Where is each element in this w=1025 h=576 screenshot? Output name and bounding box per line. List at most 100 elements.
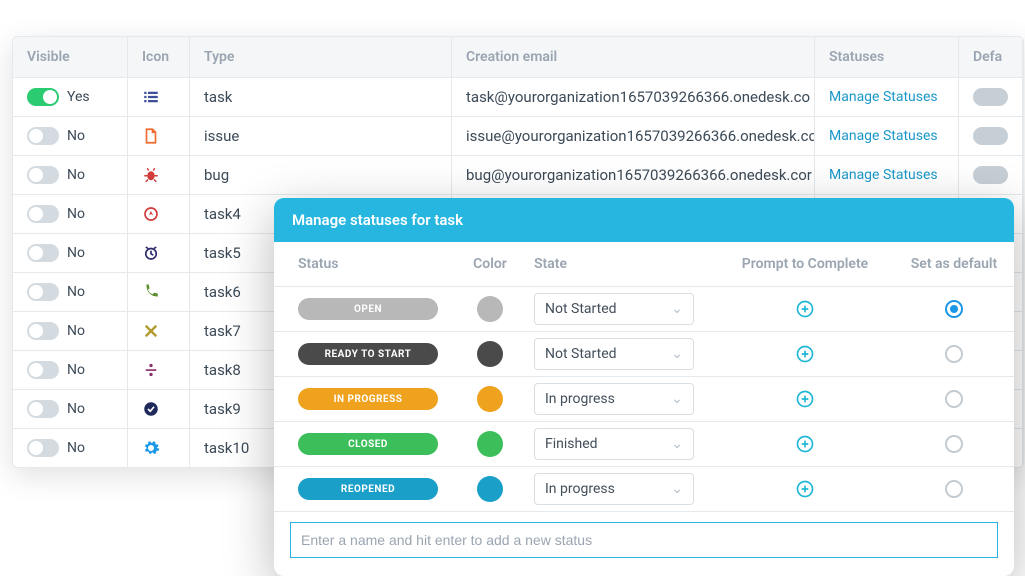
col-icon: Icon [128,37,190,77]
plus-circle-icon[interactable] [795,389,815,409]
color-cell [454,290,526,328]
status-pill[interactable]: OPEN [298,298,438,320]
plus-circle-icon[interactable] [795,344,815,364]
table-row: Noissueissue@yourorganization16570392663… [13,117,1023,156]
default-radio[interactable] [945,480,963,498]
col-state: State [526,242,716,286]
status-pill[interactable]: READY TO START [298,343,438,365]
visible-toggle[interactable] [27,205,59,223]
visible-toggle[interactable] [27,400,59,418]
chevron-down-icon: ⌄ [671,346,683,362]
default-pill[interactable] [973,166,1008,184]
col-prompt: Prompt to Complete [716,242,894,286]
manage-statuses-link[interactable]: Manage Statuses [829,167,938,183]
visible-label: No [67,440,85,456]
default-radio[interactable] [945,435,963,453]
default-cell [959,156,1023,194]
state-cell: In progress ⌄ [526,377,716,421]
state-select[interactable]: In progress ⌄ [534,473,694,505]
status-row: REOPENED In progress ⌄ [274,467,1014,512]
status-cell: CLOSED [274,427,454,461]
state-cell: Finished⌄ [526,422,716,466]
visible-cell: No [13,156,128,194]
modal-table-header: Status Color State Prompt to Complete Se… [274,242,1014,287]
divide-icon [142,361,160,379]
state-select-value: In progress [545,391,615,407]
status-cell: IN PROGRESS [274,382,454,416]
state-select[interactable]: In progress ⌄ [534,383,694,415]
prompt-cell [716,383,894,415]
state-cell: Not Started ⌄ [526,332,716,376]
col-type: Type [190,37,452,77]
email-cell: task@yourorganization1657039266366.onede… [452,78,815,116]
default-cell [894,384,1014,414]
default-radio[interactable] [945,345,963,363]
visible-toggle[interactable] [27,361,59,379]
status-pill[interactable]: IN PROGRESS [298,388,438,410]
chevron-down-icon: ⌄ [671,391,683,407]
color-swatch[interactable] [477,296,503,322]
file-icon [142,127,160,145]
alarm-icon [142,244,160,262]
new-status-input[interactable] [290,522,998,558]
color-swatch[interactable] [477,431,503,457]
default-radio[interactable] [945,300,963,318]
plus-circle-icon[interactable] [795,434,815,454]
state-select-value: In progress [545,481,615,497]
status-row: OPEN Not Started⌄ [274,287,1014,332]
icon-cell [128,117,190,155]
visible-toggle[interactable] [27,322,59,340]
color-swatch[interactable] [477,386,503,412]
status-row: CLOSED Finished⌄ [274,422,1014,467]
visible-toggle[interactable] [27,127,59,145]
state-select[interactable]: Not Started ⌄ [534,338,694,370]
default-pill[interactable] [973,127,1008,145]
manage-statuses-link[interactable]: Manage Statuses [829,89,938,105]
col-visible: Visible [13,37,128,77]
visible-toggle[interactable] [27,439,59,457]
statuses-cell: Manage Statuses [815,117,959,155]
prompt-cell [716,473,894,505]
state-select-value: Not Started [545,346,617,362]
plus-circle-icon[interactable] [795,299,815,319]
visible-cell: Yes [13,78,128,116]
state-select[interactable]: Finished⌄ [534,428,694,460]
plus-circle-icon[interactable] [795,479,815,499]
status-pill[interactable]: REOPENED [298,478,438,500]
visible-toggle[interactable] [27,166,59,184]
visible-toggle[interactable] [27,283,59,301]
type-cell: issue [190,117,452,155]
x-icon [142,322,160,340]
chevron-down-icon: ⌄ [671,436,683,452]
visible-toggle[interactable] [27,88,59,106]
icon-cell [128,195,190,233]
col-status: Status [274,242,454,286]
status-pill[interactable]: CLOSED [298,433,438,455]
manage-statuses-link[interactable]: Manage Statuses [829,128,938,144]
visible-cell: No [13,390,128,428]
statuses-cell: Manage Statuses [815,78,959,116]
icon-cell [128,78,190,116]
visible-cell: No [13,234,128,272]
visible-toggle[interactable] [27,244,59,262]
state-cell: Not Started⌄ [526,287,716,331]
default-radio[interactable] [945,390,963,408]
color-swatch[interactable] [477,476,503,502]
prompt-cell [716,293,894,325]
statuses-cell: Manage Statuses [815,156,959,194]
chevron-down-icon: ⌄ [671,481,683,497]
icon-cell [128,273,190,311]
default-pill[interactable] [973,88,1008,106]
status-cell: READY TO START [274,337,454,371]
visible-label: No [67,401,85,417]
visible-cell: No [13,312,128,350]
color-swatch[interactable] [477,341,503,367]
default-cell [894,474,1014,504]
icon-cell [128,429,190,467]
color-cell [454,335,526,373]
modal-title: Manage statuses for task [274,198,1014,242]
visible-cell: No [13,273,128,311]
manage-statuses-modal: Manage statuses for task Status Color St… [274,198,1014,576]
state-select[interactable]: Not Started⌄ [534,293,694,325]
prompt-cell [716,338,894,370]
